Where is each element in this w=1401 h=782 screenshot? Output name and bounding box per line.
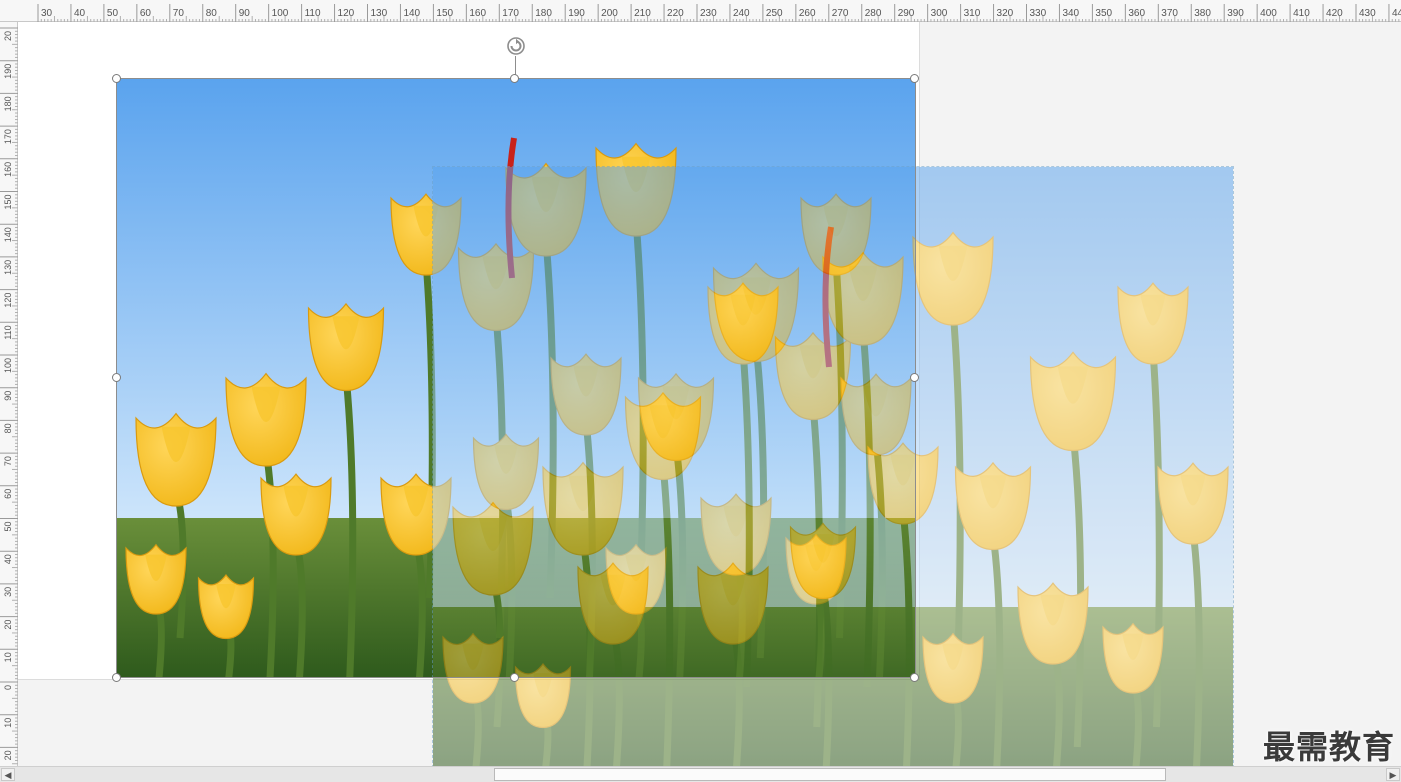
ruler-label: 100 xyxy=(3,358,13,373)
ruler-label: 70 xyxy=(173,8,185,19)
watermark-logo: 最需教育 xyxy=(1262,728,1395,766)
ruler-label: 60 xyxy=(140,8,152,19)
ruler-label: 190 xyxy=(3,64,13,79)
ruler-label: 180 xyxy=(535,8,552,19)
ruler-label: 120 xyxy=(3,293,13,308)
ruler-label: 110 xyxy=(3,325,13,339)
vertical-ruler-ticks: 2019018017016015014013012011010090807060… xyxy=(0,27,18,765)
ruler-label: 330 xyxy=(1030,8,1047,19)
editing-canvas[interactable] xyxy=(18,22,1401,766)
ruler-label: 130 xyxy=(371,8,388,19)
ruler-label: 20 xyxy=(3,620,13,630)
ruler-label: 50 xyxy=(3,522,13,532)
ruler-label: 140 xyxy=(403,8,420,19)
ruler-label: 300 xyxy=(931,8,948,19)
scroll-right-icon[interactable]: ▶ xyxy=(1386,768,1400,781)
resize-handle-top-right[interactable] xyxy=(910,74,919,83)
scroll-left-icon[interactable]: ◀ xyxy=(1,768,15,781)
resize-handle-top-left[interactable] xyxy=(112,74,121,83)
rotate-handle-icon[interactable] xyxy=(504,34,528,58)
ruler-label: 170 xyxy=(3,129,13,144)
ruler-label: 280 xyxy=(865,8,882,19)
ruler-label: 20 xyxy=(3,31,13,41)
ruler-label: 400 xyxy=(1260,8,1277,19)
ruler-label: 430 xyxy=(1359,8,1376,19)
ruler-label: 130 xyxy=(3,260,13,275)
ruler-label: 420 xyxy=(1326,8,1343,19)
ruler-label: 260 xyxy=(799,8,816,19)
ruler-label: 200 xyxy=(601,8,618,19)
ruler-label: 220 xyxy=(667,8,684,19)
ruler-label: 90 xyxy=(239,8,251,19)
resize-handle-bottom-right[interactable] xyxy=(910,673,919,682)
ruler-label: 320 xyxy=(997,8,1014,19)
ruler-label: 40 xyxy=(3,554,13,564)
ruler-label: 250 xyxy=(766,8,783,19)
horizontal-ruler-ticks: 30 40 50 60 70 80 90 100 110 120 130 140 150 160 170 18… xyxy=(37,4,1401,22)
drag-preview-picture xyxy=(432,166,1234,766)
ruler-label: 140 xyxy=(3,227,13,242)
ruler-label: 340 xyxy=(1062,8,1079,19)
ruler-label: 80 xyxy=(206,8,218,19)
tulip-image-preview xyxy=(433,167,1233,766)
ruler-label: 10 xyxy=(3,652,13,662)
ruler-label: 350 xyxy=(1095,8,1112,19)
ruler-label: 410 xyxy=(1293,8,1310,19)
resize-handle-right[interactable] xyxy=(910,373,919,382)
ruler-label: 240 xyxy=(733,8,750,19)
ruler-label: 390 xyxy=(1227,8,1244,19)
resize-handle-bottom-left[interactable] xyxy=(112,673,121,682)
ruler-label: 30 xyxy=(3,587,13,597)
ruler-label: 0 xyxy=(3,685,13,690)
ruler-label: 380 xyxy=(1194,8,1211,19)
ruler-label: 370 xyxy=(1161,8,1178,19)
ruler-label: 80 xyxy=(3,423,13,433)
ruler-label: 44 xyxy=(1392,8,1401,19)
ruler-label: 310 xyxy=(964,8,981,19)
horizontal-ruler: 30 40 50 60 70 80 90 100 110 120 130 140 150 160 170 18… xyxy=(0,0,1401,22)
ruler-label: 150 xyxy=(3,195,13,210)
vertical-ruler: 20 190 180 170 160 150 140 130 120 110 100 90 80 70 60… xyxy=(0,22,18,766)
ruler-label: 100 xyxy=(272,8,289,19)
ruler-label: 160 xyxy=(3,162,13,177)
resize-handle-top[interactable] xyxy=(510,74,519,83)
ruler-label: 40 xyxy=(74,8,86,19)
ruler-label: 150 xyxy=(436,8,453,19)
ruler-label: 10 xyxy=(3,718,13,728)
ruler-label: 180 xyxy=(3,96,13,111)
ruler-label: 290 xyxy=(898,8,915,19)
scrollbar-thumb[interactable] xyxy=(494,768,1166,781)
ruler-label: 50 xyxy=(107,8,119,19)
ruler-label: 360 xyxy=(1128,8,1145,19)
ruler-label: 20 xyxy=(3,750,13,760)
ruler-label: 70 xyxy=(3,456,13,466)
ruler-label: 230 xyxy=(700,8,717,19)
resize-handle-left[interactable] xyxy=(112,373,121,382)
ruler-label: 110 xyxy=(305,8,321,19)
ruler-label: 160 xyxy=(469,8,486,19)
ruler-label: 30 xyxy=(41,8,53,19)
horizontal-scrollbar[interactable]: ◀ ▶ xyxy=(0,766,1401,782)
ruler-label: 190 xyxy=(568,8,585,19)
resize-handle-bottom[interactable] xyxy=(510,673,519,682)
ruler-label: 120 xyxy=(338,8,355,19)
ruler-label: 210 xyxy=(634,8,651,19)
ruler-label: 90 xyxy=(3,391,13,401)
ruler-label: 170 xyxy=(502,8,519,19)
ruler-label: 60 xyxy=(3,489,13,499)
ruler-label: 270 xyxy=(832,8,849,19)
